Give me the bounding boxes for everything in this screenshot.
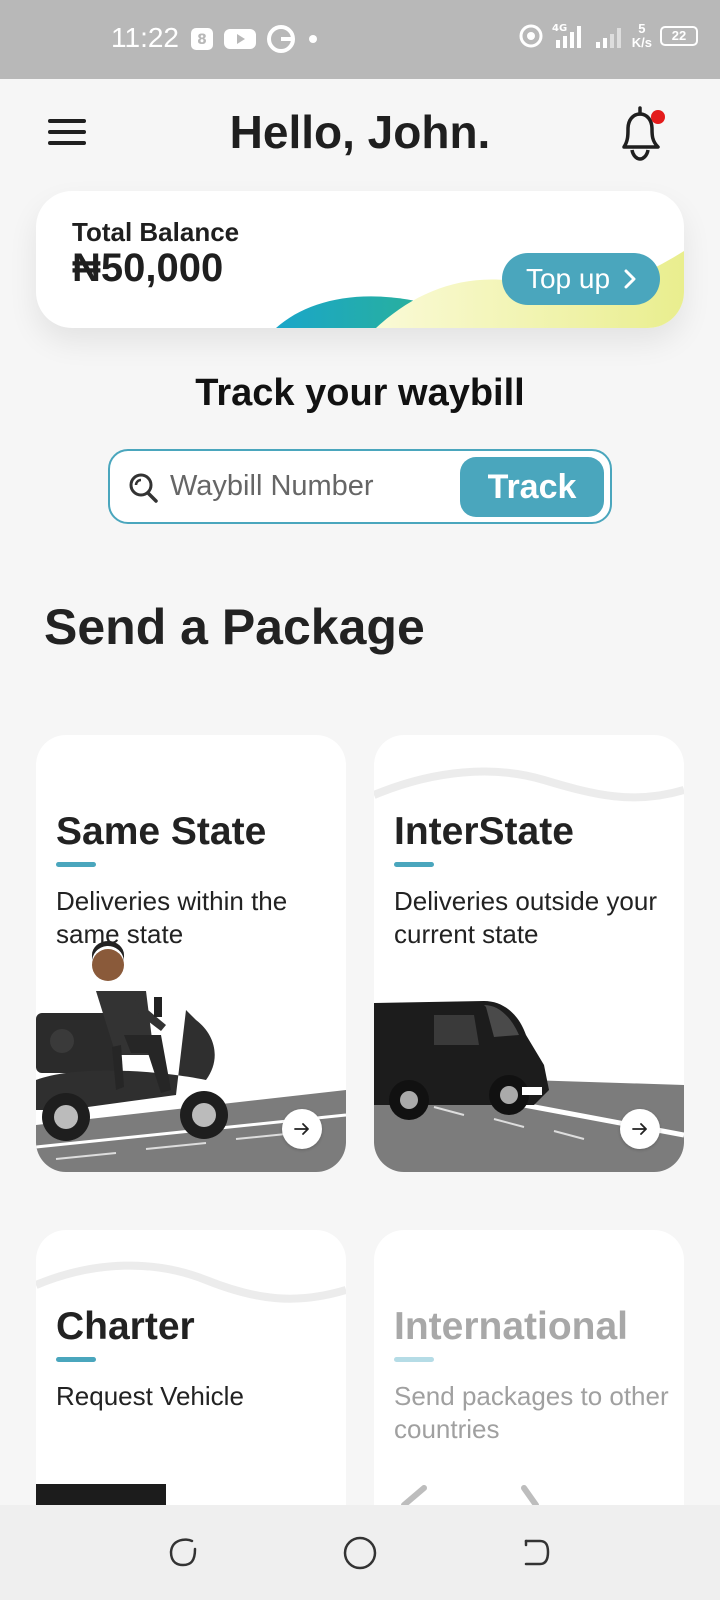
- card-description: Deliveries outside your current state: [394, 886, 658, 949]
- status-system-icons: 4G 5 K/s 22: [518, 22, 698, 50]
- waybill-number-input[interactable]: [170, 461, 440, 511]
- balance-card: Total Balance ₦50,000 Top up: [36, 191, 684, 328]
- status-notification-icons: 8: [190, 24, 320, 54]
- card-accent-bar: [394, 1357, 434, 1362]
- network-speed-value: 5: [638, 21, 646, 36]
- interstate-card[interactable]: InterState Deliveries outside your curre…: [374, 735, 684, 1172]
- same-state-card[interactable]: Same State Deliveries within the same st…: [36, 735, 346, 1172]
- signal-2-icon: [595, 28, 621, 48]
- search-icon: [129, 473, 158, 503]
- arrow-right-icon[interactable]: [282, 1109, 322, 1149]
- network-speed: 5 K/s: [632, 22, 652, 50]
- svg-text:8: 8: [197, 32, 207, 48]
- card-accent-bar: [56, 862, 96, 867]
- greeting-title: Hello, John.: [229, 106, 491, 158]
- track-form: Track: [108, 449, 612, 524]
- status-time: 11:22: [111, 22, 179, 53]
- card-title: International: [394, 1305, 629, 1348]
- section-title: Send a Package: [44, 599, 425, 655]
- track-title: Track your waybill: [195, 372, 525, 414]
- app-notification-icon: 8: [191, 28, 213, 50]
- topup-label: Top up: [525, 263, 611, 294]
- refresh-app-icon: [267, 25, 295, 53]
- home-icon[interactable]: [342, 1535, 378, 1571]
- topup-button[interactable]: Top up: [502, 253, 660, 305]
- svg-text:4G: 4G: [552, 23, 567, 34]
- notification-badge: [651, 110, 665, 124]
- more-notifications-dot-icon: [309, 35, 317, 43]
- scooter-rider-icon: [36, 941, 346, 1172]
- van-icon: [374, 767, 684, 1172]
- system-nav-bar: [0, 1505, 720, 1600]
- hotspot-icon: [519, 24, 543, 48]
- youtube-icon: [224, 29, 256, 49]
- balance-amount: ₦50,000: [72, 246, 224, 290]
- signal-icon: 4G: [552, 23, 581, 48]
- balance-label: Total Balance: [72, 217, 240, 247]
- card-title: Charter: [56, 1305, 195, 1348]
- status-bar: 11:22 8 4G 5 K/s 22: [0, 0, 720, 79]
- card-description: Deliveries within the same state: [56, 886, 288, 949]
- recent-apps-icon[interactable]: [166, 1535, 200, 1569]
- card-accent-bar: [394, 862, 434, 867]
- card-title: InterState: [394, 810, 574, 853]
- back-icon[interactable]: [518, 1535, 552, 1569]
- chevron-right-icon: [624, 269, 636, 289]
- card-accent-bar: [56, 1357, 96, 1362]
- card-description: Send packages to other countries: [394, 1381, 669, 1444]
- card-description: Request Vehicle: [56, 1381, 244, 1411]
- arrow-right-icon[interactable]: [620, 1109, 660, 1149]
- network-speed-unit: K/s: [631, 35, 652, 50]
- header: Hello, John.: [0, 79, 720, 189]
- track-button[interactable]: Track: [460, 457, 604, 517]
- card-title: Same State: [56, 810, 267, 853]
- battery-icon: 22: [660, 26, 698, 46]
- notification-bell-icon[interactable]: [614, 103, 670, 163]
